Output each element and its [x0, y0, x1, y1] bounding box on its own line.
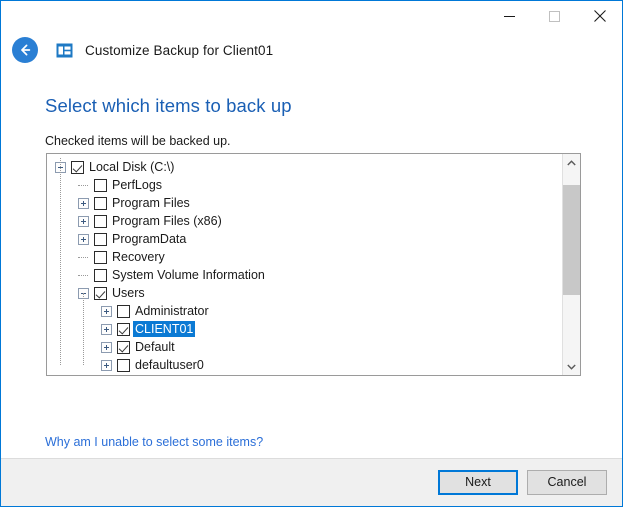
- tree-item[interactable]: Recovery: [47, 248, 562, 266]
- expand-icon[interactable]: [101, 305, 112, 317]
- tree-item[interactable]: System Volume Information: [47, 266, 562, 284]
- scrollbar-track[interactable]: [563, 171, 580, 358]
- tree-item-label: CLIENT01: [133, 321, 196, 337]
- chevron-down-icon: [567, 364, 576, 370]
- item-checkbox[interactable]: [94, 178, 107, 192]
- item-checkbox[interactable]: [117, 340, 130, 354]
- window-caption-buttons: [487, 1, 622, 31]
- instruction-text: Checked items will be backed up.: [45, 134, 231, 148]
- expand-icon[interactable]: [78, 197, 89, 209]
- scroll-up-button[interactable]: [563, 154, 580, 171]
- window-title: Customize Backup for Client01: [85, 42, 274, 58]
- tree-item[interactable]: Users: [47, 284, 562, 302]
- tree-item[interactable]: Administrator: [47, 302, 562, 320]
- back-arrow-icon: [21, 44, 31, 56]
- title-bar: Customize Backup for Client01: [1, 1, 622, 69]
- expand-icon[interactable]: [78, 215, 89, 227]
- expand-icon[interactable]: [101, 359, 112, 371]
- tree-item-label: System Volume Information: [112, 268, 265, 282]
- next-button[interactable]: Next: [438, 470, 518, 495]
- minimize-button[interactable]: [487, 1, 532, 31]
- close-button[interactable]: [577, 1, 622, 31]
- back-button[interactable]: [12, 37, 38, 63]
- tree-item-label: Users: [112, 286, 145, 300]
- expand-icon[interactable]: [101, 341, 112, 353]
- tree-scrollbar[interactable]: [562, 154, 580, 375]
- expand-icon[interactable]: [101, 323, 112, 335]
- chevron-up-icon: [567, 159, 576, 165]
- item-checkbox[interactable]: [117, 322, 130, 336]
- tree-item[interactable]: Default: [47, 338, 562, 356]
- item-checkbox[interactable]: [94, 214, 107, 228]
- tree-item[interactable]: PerfLogs: [47, 176, 562, 194]
- tree-item[interactable]: defaultuser0: [47, 356, 562, 374]
- tree-connector: [78, 252, 89, 263]
- tree-guide-line: [83, 293, 84, 365]
- tree-item-label: PerfLogs: [112, 178, 163, 192]
- item-checkbox[interactable]: [94, 286, 107, 300]
- maximize-button[interactable]: [532, 1, 577, 31]
- tree-item[interactable]: Program Files (x86): [47, 212, 562, 230]
- item-checkbox[interactable]: [94, 232, 107, 246]
- tree-item-label: Administrator: [135, 304, 209, 318]
- item-checkbox[interactable]: [117, 304, 130, 318]
- window-panel-icon: [56, 43, 73, 57]
- minimize-icon: [504, 15, 515, 17]
- cancel-button[interactable]: Cancel: [527, 470, 607, 495]
- page-title: Select which items to back up: [45, 95, 292, 116]
- dialog-footer: Next Cancel: [1, 458, 622, 506]
- customize-backup-window: Customize Backup for Client01 Select whi…: [0, 0, 623, 507]
- item-checkbox[interactable]: [94, 268, 107, 282]
- tree-item-label: ProgramData: [112, 232, 187, 246]
- tree-item[interactable]: CLIENT01: [47, 320, 562, 338]
- tree-item-label: Program Files (x86): [112, 214, 222, 228]
- close-icon: [593, 10, 606, 22]
- tree-item[interactable]: ProgramData: [47, 230, 562, 248]
- page-content: Select which items to back up Checked it…: [1, 69, 622, 458]
- navigation-row: Customize Backup for Client01: [1, 31, 273, 69]
- why-unable-to-select-link[interactable]: Why am I unable to select some items?: [45, 435, 263, 449]
- tree-guide-line: [60, 158, 61, 365]
- backup-items-tree[interactable]: Local Disk (C:\) PerfLogs Program Files Pro…: [47, 154, 562, 375]
- tree-item-label: Default: [135, 340, 175, 354]
- item-checkbox[interactable]: [71, 160, 84, 174]
- scroll-down-button[interactable]: [563, 358, 580, 375]
- item-checkbox[interactable]: [117, 358, 130, 372]
- tree-item-label: Program Files: [112, 196, 190, 210]
- maximize-icon: [549, 10, 560, 22]
- tree-connector: [78, 180, 89, 191]
- tree-connector: [78, 270, 89, 281]
- expand-icon[interactable]: [78, 233, 89, 245]
- scrollbar-thumb[interactable]: [563, 185, 580, 295]
- tree-item[interactable]: Local Disk (C:\): [47, 158, 562, 176]
- item-checkbox[interactable]: [94, 196, 107, 210]
- item-checkbox[interactable]: [94, 250, 107, 264]
- tree-item-label: Recovery: [112, 250, 165, 264]
- tree-item-label: defaultuser0: [135, 358, 204, 372]
- tree-item[interactable]: Program Files: [47, 194, 562, 212]
- backup-items-tree-panel: Local Disk (C:\) PerfLogs Program Files Pro…: [46, 153, 581, 376]
- tree-item-label: Local Disk (C:\): [89, 160, 175, 174]
